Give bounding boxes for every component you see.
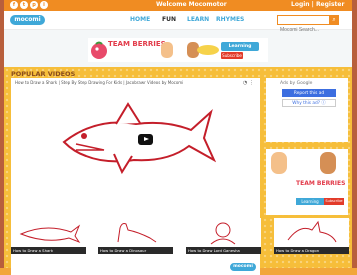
nav-rhymes[interactable]: RHYMES	[216, 16, 244, 23]
video-title: How to Draw a Shark | Step By Step Drawi…	[15, 80, 184, 85]
berry-icon	[91, 41, 107, 59]
thumbnail-label: How to Draw a Dragon	[274, 247, 349, 254]
pinterest-icon[interactable]: p	[30, 1, 38, 9]
dinosaur-thumb-icon	[117, 223, 157, 243]
instagram-icon[interactable]: i	[40, 1, 48, 9]
kid-avatar	[320, 152, 336, 174]
learning-songs-badge: Learning songs	[221, 42, 259, 58]
cloud-icon	[197, 45, 219, 55]
nav-bar: mocomi HOME FUN LEARN RHYMES ⌕	[4, 11, 352, 34]
search-box: ⌕	[277, 15, 339, 34]
social-icons: f t p i	[10, 1, 48, 9]
side-subscribe-button[interactable]: Subscribe	[324, 198, 344, 205]
video-menu-icon[interactable]: ◔ ⋮	[243, 80, 254, 86]
thumbnail-shark[interactable]: How to Draw a Shark	[11, 218, 86, 254]
thumbnail-label: How to Draw Lord Ganesha	[186, 247, 261, 254]
video-logo: mocomi	[230, 263, 256, 271]
ads-by-google: Ads by Google	[280, 81, 313, 86]
thumbnail-label: How to Draw a Dinosaur	[98, 247, 173, 254]
section-title: POPULAR VIDEOS	[11, 70, 76, 78]
play-button[interactable]	[138, 134, 153, 145]
thumbnail-label: How to Draw a Shark	[11, 247, 86, 254]
login-register-link[interactable]: Login | Register	[291, 1, 344, 8]
facebook-icon[interactable]: f	[10, 1, 18, 9]
welcome-text: Welcome Mocomotor	[156, 1, 227, 8]
thumbnail-dragon[interactable]: How to Draw a Dragon	[274, 218, 349, 254]
top-bar: f t p i Welcome Mocomotor Login | Regist…	[4, 0, 352, 11]
mocomi-logo[interactable]: mocomi	[10, 15, 45, 25]
kid-avatar	[161, 42, 173, 58]
nav-fun[interactable]: FUN	[162, 16, 176, 23]
google-ads-box: Ads by Google Report this ad Why this ad…	[266, 78, 348, 142]
dragon-thumb-icon	[287, 220, 337, 243]
twitter-icon[interactable]: t	[20, 1, 28, 9]
subscribe-button[interactable]: Subscribe	[221, 52, 243, 59]
nav-home[interactable]: HOME	[130, 16, 150, 23]
search-icon[interactable]: ⌕	[329, 15, 339, 25]
ganesha-thumb-icon	[210, 222, 236, 245]
main-content: POPULAR VIDEOS How to Draw a Shark | Ste…	[4, 67, 352, 275]
search-input[interactable]	[278, 26, 330, 34]
shark-drawing	[62, 102, 216, 175]
team-berries-banner[interactable]: TEAM BERRIES Learning songs Subscribe	[88, 38, 268, 62]
shark-thumb-icon	[19, 224, 81, 244]
team-berries-side-ad[interactable]: TEAM BERRIES Learning songs Subscribe	[266, 149, 348, 215]
report-ad-button[interactable]: Report this ad	[282, 89, 336, 97]
side-learning-songs: Learning songs	[296, 198, 324, 211]
video-thumbnails: How to Draw a Shark How to Draw a Dinosa…	[11, 218, 349, 254]
banner-title: TEAM BERRIES	[108, 40, 166, 48]
side-ad-title: TEAM BERRIES	[296, 180, 346, 187]
why-this-ad-button[interactable]: Why this ad? ⓘ	[282, 99, 336, 107]
thumbnail-dinosaur[interactable]: How to Draw a Dinosaur	[98, 218, 173, 254]
nav-learn[interactable]: LEARN	[187, 16, 209, 23]
thumbnail-ganesha[interactable]: How to Draw Lord Ganesha	[186, 218, 261, 254]
kid-avatar	[271, 152, 287, 174]
